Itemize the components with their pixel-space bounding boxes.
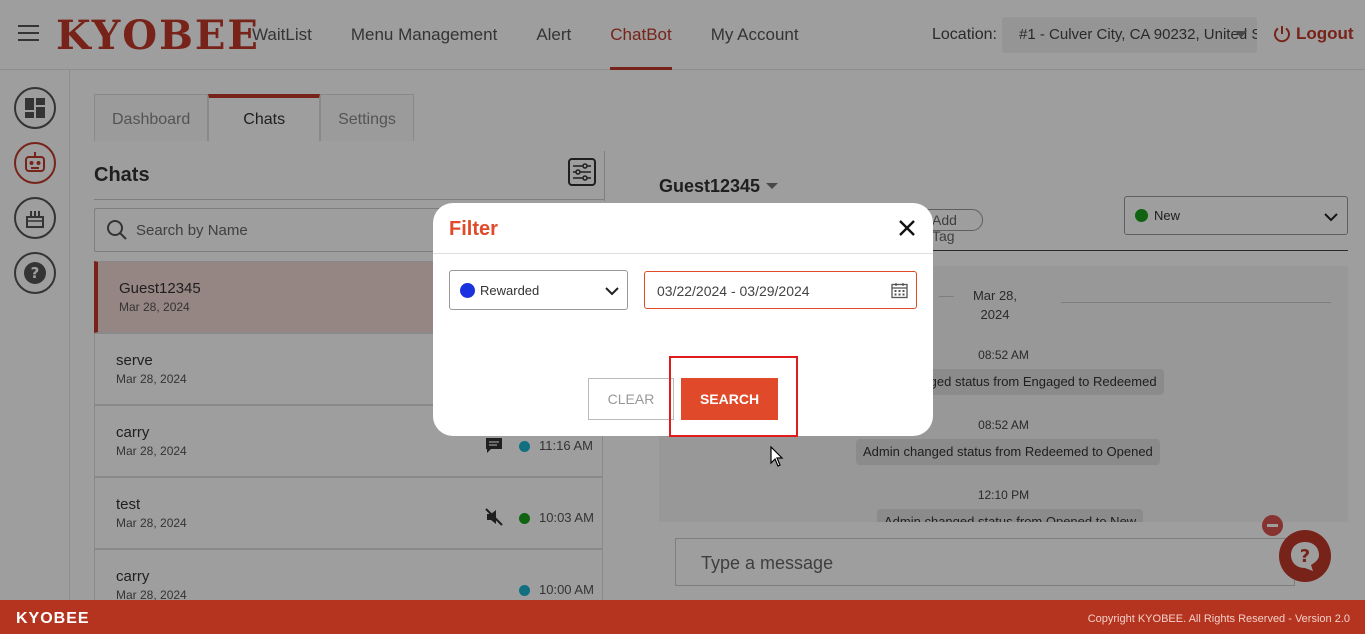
footer: KYOBEE Copyright KYOBEE. All Rights Rese… (0, 600, 1365, 634)
highlight-box (669, 356, 798, 437)
modal-title: Filter (449, 218, 498, 240)
calendar-icon[interactable] (891, 282, 908, 299)
clear-button[interactable]: CLEAR (588, 378, 674, 420)
status-filter-value: Rewarded (480, 283, 540, 298)
footer-logo: KYOBEE (16, 610, 90, 627)
close-icon[interactable] (898, 219, 916, 237)
date-range-value: 03/22/2024 - 03/29/2024 (657, 283, 810, 299)
mouse-cursor-icon (770, 446, 784, 467)
chevron-down-icon (605, 287, 619, 296)
status-dot (460, 283, 475, 298)
copyright-text: Copyright KYOBEE. All Rights Reserved - … (1087, 613, 1350, 625)
divider (433, 253, 933, 254)
date-range-input[interactable]: 03/22/2024 - 03/29/2024 (644, 271, 917, 309)
status-filter-select[interactable]: Rewarded (449, 270, 628, 310)
